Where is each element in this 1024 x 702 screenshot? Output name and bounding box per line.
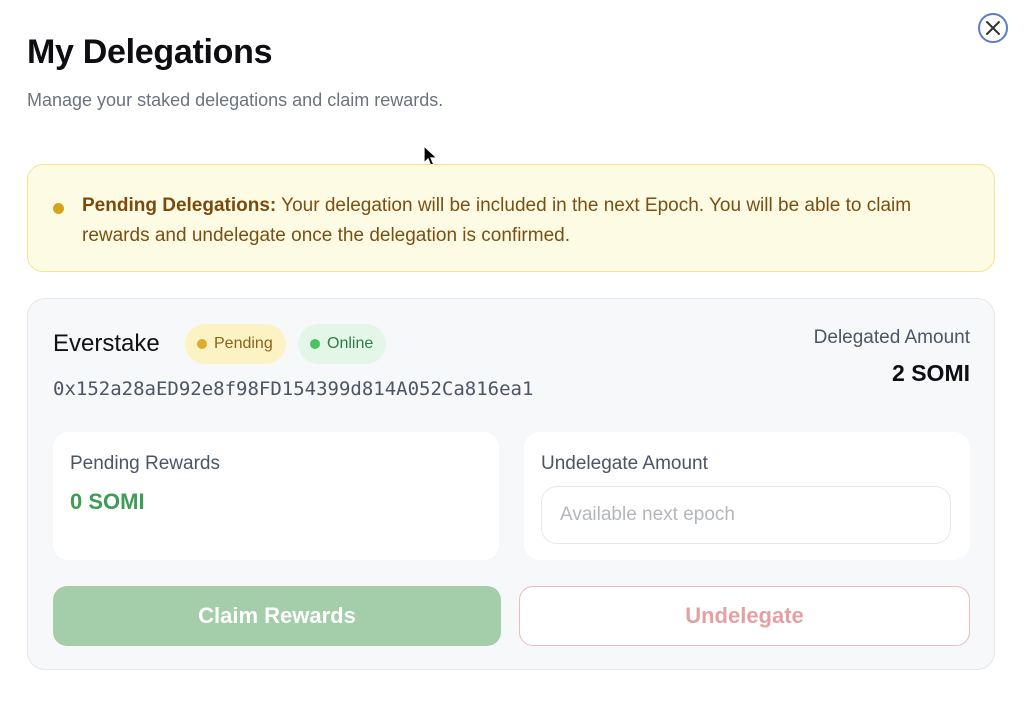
pending-rewards-panel: Pending Rewards 0 SOMI bbox=[53, 432, 499, 560]
pending-delegations-notice: Pending Delegations: Your delegation wil… bbox=[27, 164, 995, 272]
delegated-amount-label: Delegated Amount bbox=[813, 327, 970, 348]
validator-address: 0x152a28aED92e8f98FD154399d814A052Ca816e… bbox=[53, 378, 534, 400]
delegations-modal: My Delegations Manage your staked delega… bbox=[0, 0, 1024, 702]
undelegate-amount-input[interactable] bbox=[541, 486, 951, 544]
undelegate-amount-label: Undelegate Amount bbox=[541, 453, 708, 474]
close-button[interactable] bbox=[978, 13, 1008, 43]
modal-title: My Delegations bbox=[27, 33, 273, 71]
pending-rewards-label: Pending Rewards bbox=[70, 453, 220, 474]
online-status-badge: Online bbox=[298, 324, 386, 364]
online-badge-label: Online bbox=[327, 335, 374, 352]
pending-status-badge: Pending bbox=[185, 324, 286, 364]
pending-rewards-value: 0 SOMI bbox=[70, 489, 145, 514]
pending-badge-label: Pending bbox=[214, 335, 273, 352]
close-icon bbox=[986, 21, 1000, 35]
delegated-amount-value: 2 SOMI bbox=[892, 360, 970, 386]
claim-rewards-button[interactable]: Claim Rewards bbox=[53, 586, 501, 646]
online-dot-icon bbox=[310, 339, 320, 349]
validator-name: Everstake bbox=[53, 330, 160, 357]
pending-dot-icon bbox=[197, 339, 207, 349]
undelegate-button[interactable]: Undelegate bbox=[519, 586, 970, 646]
notice-text: Pending Delegations: Your delegation wil… bbox=[82, 191, 962, 251]
notice-dot-icon bbox=[53, 203, 64, 214]
notice-heading: Pending Delegations: bbox=[82, 195, 277, 216]
modal-subtitle: Manage your staked delegations and claim… bbox=[27, 90, 444, 110]
delegation-card: Everstake Pending Online 0x152a28aED92e8… bbox=[27, 298, 995, 670]
undelegate-amount-panel: Undelegate Amount bbox=[524, 432, 970, 560]
